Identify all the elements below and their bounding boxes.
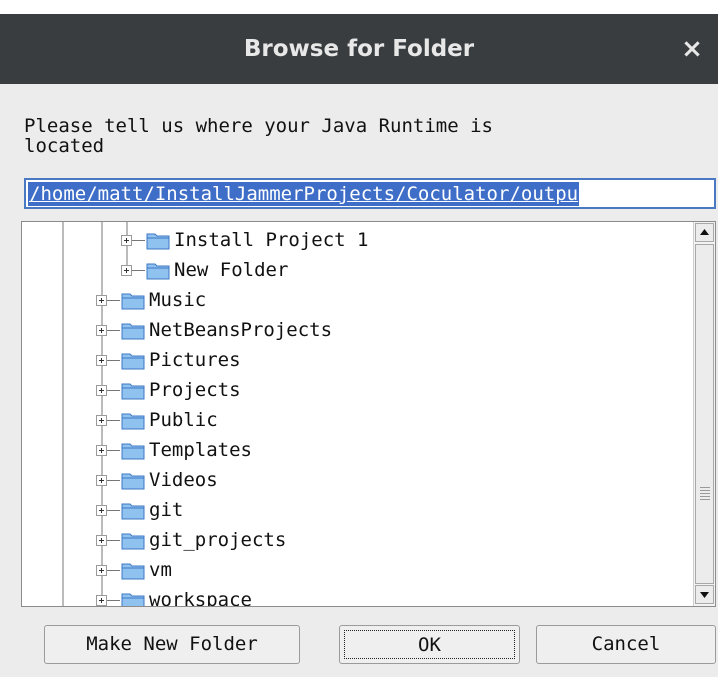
scroll-thumb[interactable]	[695, 244, 714, 584]
folder-icon	[146, 263, 170, 280]
tree-item-label: Projects	[149, 379, 241, 401]
tree-connector	[132, 269, 145, 271]
folder-icon	[146, 233, 170, 250]
folder-icon	[121, 323, 145, 340]
tree-item[interactable]: Projects	[96, 376, 241, 404]
grip-line	[700, 496, 710, 497]
tree-connector	[107, 359, 120, 361]
folder-path-input[interactable]: /home/matt/InstallJammerProjects/Coculat…	[24, 178, 716, 209]
tree-item-label: New Folder	[174, 259, 289, 281]
tree-item[interactable]: git_projects	[96, 526, 286, 554]
folder-icon	[121, 563, 145, 580]
tree-item[interactable]: Install Project 1	[121, 226, 368, 254]
tree-connector	[107, 419, 120, 421]
dialog-title: Browse for Folder	[243, 36, 475, 62]
prompt-text: Please tell us where your Java Runtime i…	[24, 115, 493, 157]
tree-connector	[107, 299, 120, 301]
folder-icon	[121, 593, 145, 606]
scroll-down-button[interactable]	[695, 585, 714, 604]
tree-connector	[107, 599, 120, 601]
ok-button-label: OK	[344, 630, 515, 659]
expand-toggle-icon[interactable]	[96, 294, 107, 306]
grip-line	[700, 487, 710, 488]
tree-item[interactable]: git	[96, 496, 183, 524]
arrow-down-icon	[700, 592, 709, 598]
folder-icon	[121, 503, 145, 520]
tree-item-label: vm	[149, 559, 172, 581]
cancel-button[interactable]: Cancel	[536, 625, 716, 664]
dialog-titlebar: Browse for Folder ×	[0, 14, 718, 84]
tree-item-label: Public	[149, 409, 218, 431]
tree-connector	[107, 449, 120, 451]
expand-toggle-icon[interactable]	[121, 264, 132, 276]
ok-button[interactable]: OK	[339, 625, 520, 664]
top-strip	[0, 0, 718, 14]
expand-toggle-icon[interactable]	[96, 354, 107, 366]
tree-item[interactable]: vm	[96, 556, 172, 584]
tree-item-label: workspace	[149, 589, 252, 607]
tree-item-label: Templates	[149, 439, 252, 461]
expand-toggle-icon[interactable]	[96, 474, 107, 486]
folder-icon	[121, 383, 145, 400]
make-new-folder-button[interactable]: Make New Folder	[44, 625, 300, 664]
tree-item[interactable]: Templates	[96, 436, 252, 464]
folder-icon	[121, 353, 145, 370]
expand-toggle-icon[interactable]	[96, 564, 107, 576]
grip-line	[700, 499, 710, 500]
tree-item[interactable]: workspace	[96, 586, 252, 607]
tree-connector	[107, 479, 120, 481]
folder-icon	[121, 443, 145, 460]
tree-item[interactable]: NetBeansProjects	[96, 316, 332, 344]
tree-item[interactable]: Public	[96, 406, 218, 434]
tree-connector	[107, 539, 120, 541]
tree-connector	[107, 389, 120, 391]
tree-item-label: Music	[149, 289, 207, 311]
tree-item[interactable]: New Folder	[121, 256, 288, 284]
tree-item-label: NetBeansProjects	[149, 319, 333, 341]
tree-item-label: git	[149, 499, 184, 521]
tree-item[interactable]: Videos	[96, 466, 218, 494]
tree-item[interactable]: Pictures	[96, 346, 241, 374]
tree-connector	[132, 239, 145, 241]
tree-item-label: Install Project 1	[174, 229, 369, 251]
close-icon[interactable]: ×	[674, 14, 710, 84]
expand-toggle-icon[interactable]	[96, 504, 107, 516]
folder-icon	[121, 533, 145, 550]
tree-item-label: Pictures	[149, 349, 241, 371]
folder-path-value: /home/matt/InstallJammerProjects/Coculat…	[28, 182, 580, 206]
tree-item-label: git_projects	[149, 529, 287, 551]
expand-toggle-icon[interactable]	[96, 414, 107, 426]
arrow-up-icon	[700, 229, 709, 235]
tree-item[interactable]: Music	[96, 286, 206, 314]
folder-icon	[121, 473, 145, 490]
expand-toggle-icon[interactable]	[121, 234, 132, 246]
tree-connector	[107, 509, 120, 511]
expand-toggle-icon[interactable]	[96, 534, 107, 546]
grip-line	[700, 490, 710, 491]
tree-connector	[107, 569, 120, 571]
folder-tree[interactable]: Install Project 1 New Folder Music NetBeans…	[21, 221, 716, 607]
tree-connector	[107, 329, 120, 331]
expand-toggle-icon[interactable]	[96, 444, 107, 456]
folder-icon	[121, 413, 145, 430]
expand-toggle-icon[interactable]	[96, 324, 107, 336]
grip-line	[700, 493, 710, 494]
scroll-up-button[interactable]	[695, 223, 714, 242]
expand-toggle-icon[interactable]	[96, 594, 107, 606]
folder-icon	[121, 293, 145, 310]
tree-item-label: Videos	[149, 469, 218, 491]
vertical-scrollbar[interactable]	[693, 222, 715, 606]
expand-toggle-icon[interactable]	[96, 384, 107, 396]
